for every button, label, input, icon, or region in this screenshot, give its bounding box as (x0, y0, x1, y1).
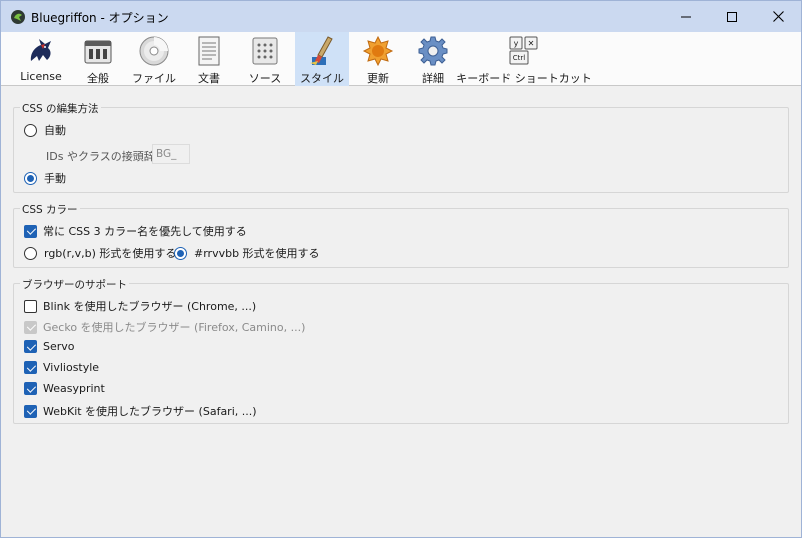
tab-keyboard-shortcuts-label: キーボード ショートカット (456, 72, 592, 85)
css-edit-auto-option[interactable]: 自動 (24, 122, 66, 138)
window-title: Bluegriffon - オプション (31, 11, 169, 25)
rgb-format-radio[interactable] (24, 246, 37, 260)
preferences-toolbar: License 全般 ファイル 文書 ソース スタイル 更新 詳細 y ✕ Ct… (1, 32, 801, 86)
tab-source[interactable]: ソース (241, 32, 289, 86)
hex-format-option[interactable]: #rrvvbb 形式を使用する (174, 245, 320, 261)
css-edit-method-legend: CSS の編集方法 (20, 101, 101, 116)
close-icon (772, 11, 784, 22)
always-css3-names-checkbox[interactable] (24, 224, 37, 238)
hex-format-label: #rrvvbb 形式を使用する (194, 247, 320, 260)
browser-weasyprint-label: Weasyprint (43, 382, 105, 395)
title-bar: Bluegriffon - オプション (1, 1, 801, 32)
browser-webkit-option[interactable]: WebKit を使用したブラウザー (Safari, ...) (24, 403, 257, 419)
tab-style-label: スタイル (300, 72, 344, 85)
css-edit-method-group: CSS の編集方法 自動 IDs やクラスの接頭辞: BG_ 手動 (13, 101, 789, 193)
browser-weasyprint-option[interactable]: Weasyprint (24, 382, 105, 395)
style-preferences-pane: CSS の編集方法 自動 IDs やクラスの接頭辞: BG_ 手動 CSS カラ… (1, 87, 801, 537)
browser-servo-label: Servo (43, 340, 75, 353)
tab-update[interactable]: 更新 (357, 32, 399, 86)
class-prefix-label: IDs やクラスの接頭辞: (46, 150, 159, 163)
source-icon (248, 34, 282, 68)
hex-format-radio[interactable] (174, 246, 187, 260)
tab-source-label: ソース (248, 72, 282, 85)
browser-blink-checkbox[interactable] (24, 299, 37, 313)
browser-servo-checkbox[interactable] (24, 340, 37, 353)
close-button[interactable] (755, 1, 801, 32)
browser-servo-option[interactable]: Servo (24, 340, 75, 353)
key-y-label: y (514, 39, 519, 48)
keyboard-shortcut-icon: y ✕ Ctrl (504, 34, 544, 68)
maximize-icon (727, 11, 737, 22)
browser-support-group: ブラウザーのサポート Blink を使用したブラウザー (Chrome, ...… (13, 277, 789, 424)
browser-gecko-label: Gecko を使用したブラウザー (Firefox, Camino, ...) (43, 321, 306, 334)
tab-license[interactable]: License (15, 32, 67, 86)
browser-blink-option[interactable]: Blink を使用したブラウザー (Chrome, ...) (24, 298, 256, 314)
tab-document-label: 文書 (198, 72, 220, 85)
key-ctrl-label: Ctrl (513, 54, 526, 62)
gear-icon (416, 34, 450, 68)
css-edit-auto-radio[interactable] (24, 123, 37, 137)
options-window: Bluegriffon - オプション License 全般 ファイル 文書 ソ… (0, 0, 802, 538)
browser-vivliostyle-checkbox[interactable] (24, 361, 37, 374)
css-edit-manual-radio[interactable] (24, 171, 37, 185)
browser-webkit-checkbox[interactable] (24, 404, 37, 418)
browser-vivliostyle-option[interactable]: Vivliostyle (24, 361, 99, 374)
browser-gecko-option: Gecko を使用したブラウザー (Firefox, Camino, ...) (24, 319, 305, 335)
gryphon-icon (24, 34, 58, 68)
browser-support-legend: ブラウザーのサポート (20, 277, 129, 292)
style-brush-icon (305, 34, 339, 68)
tab-style[interactable]: スタイル (295, 32, 349, 86)
tab-advanced-label: 詳細 (422, 72, 444, 85)
tab-general-label: 全般 (87, 72, 109, 85)
browser-blink-label: Blink を使用したブラウザー (Chrome, ...) (43, 300, 257, 313)
minimize-icon (681, 16, 691, 17)
class-prefix-row: IDs やクラスの接頭辞: (46, 148, 158, 164)
always-css3-names-option[interactable]: 常に CSS 3 カラー名を優先して使用する (24, 223, 247, 239)
disc-icon (137, 34, 171, 68)
document-icon (192, 34, 226, 68)
minimize-button[interactable] (663, 1, 709, 32)
bluegriffon-app-icon (11, 10, 25, 24)
browser-gecko-checkbox (24, 320, 37, 334)
tab-general[interactable]: 全般 (75, 32, 121, 86)
tab-file[interactable]: ファイル (129, 32, 179, 86)
key-x-label: ✕ (528, 39, 535, 48)
css-edit-manual-label: 手動 (44, 172, 66, 185)
general-icon (81, 34, 115, 68)
css-color-legend: CSS カラー (20, 202, 80, 217)
css-edit-auto-label: 自動 (44, 124, 66, 137)
class-prefix-input[interactable]: BG_ (152, 144, 190, 164)
tab-file-label: ファイル (132, 72, 176, 85)
css-color-group: CSS カラー 常に CSS 3 カラー名を優先して使用する rgb(r,v,b… (13, 202, 789, 268)
tab-keyboard-shortcuts[interactable]: y ✕ Ctrl キーボード ショートカット (456, 32, 592, 86)
always-css3-names-label: 常に CSS 3 カラー名を優先して使用する (43, 225, 247, 238)
tab-update-label: 更新 (367, 72, 389, 85)
browser-webkit-label: WebKit を使用したブラウザー (Safari, ...) (43, 405, 257, 418)
browser-weasyprint-checkbox[interactable] (24, 382, 37, 395)
css-edit-manual-option[interactable]: 手動 (24, 170, 66, 186)
update-icon (361, 34, 395, 68)
tab-advanced[interactable]: 詳細 (411, 32, 455, 86)
rgb-format-option[interactable]: rgb(r,v,b) 形式を使用する (24, 245, 176, 261)
tab-license-label: License (20, 70, 62, 83)
tab-document[interactable]: 文書 (187, 32, 231, 86)
browser-vivliostyle-label: Vivliostyle (43, 361, 100, 374)
maximize-button[interactable] (709, 1, 755, 32)
rgb-format-label: rgb(r,v,b) 形式を使用する (44, 247, 177, 260)
